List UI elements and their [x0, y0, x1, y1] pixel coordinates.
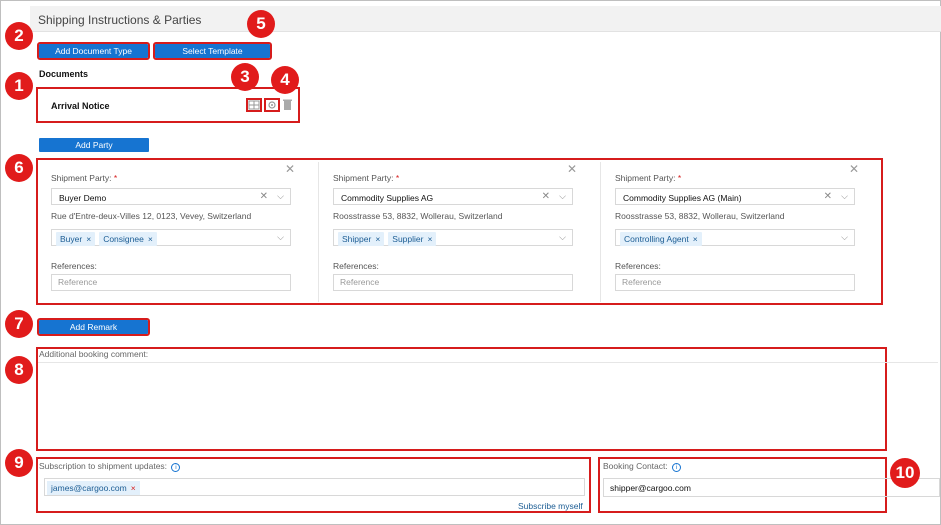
shipment-party-select[interactable]: Commodity Supplies AG ✕ ⌵ — [333, 188, 573, 205]
references-label: References: — [615, 261, 661, 271]
booking-contact-value: shipper@cargoo.com — [610, 483, 691, 493]
shipment-party-label: Shipment Party: * — [51, 173, 118, 183]
chevron-down-icon[interactable]: ⌵ — [841, 232, 848, 243]
textarea-divider — [38, 362, 938, 363]
shipment-party-label: Shipment Party: * — [615, 173, 682, 183]
references-label: References: — [333, 261, 379, 271]
email-chip: james@cargoo.com × — [47, 481, 140, 495]
party-address: Roosstrasse 53, 8832, Wollerau, Switzerl… — [615, 211, 785, 221]
subscription-label: Subscription to shipment updates: i — [39, 461, 181, 472]
clear-icon[interactable]: ✕ — [260, 191, 268, 202]
callout-3: 3 — [231, 63, 259, 91]
reference-input[interactable]: Reference — [615, 274, 855, 291]
subscribe-myself-link[interactable]: Subscribe myself — [518, 501, 583, 511]
callout-7: 7 — [5, 310, 33, 338]
chevron-down-icon[interactable]: ⌵ — [277, 191, 284, 202]
section-header: Shipping Instructions & Parties — [30, 6, 941, 32]
add-remark-button[interactable]: Add Remark — [37, 318, 150, 336]
callout-8: 8 — [5, 356, 33, 384]
documents-heading: Documents — [39, 69, 89, 79]
party-roles-select[interactable]: Shipper × Supplier × ⌵ — [333, 229, 573, 246]
gear-icon — [268, 101, 276, 109]
role-chip: Buyer × — [56, 232, 96, 246]
reference-input[interactable]: Reference — [333, 274, 573, 291]
party-address: Rue d'Entre-deux-Villes 12, 0123, Vevey,… — [51, 211, 252, 221]
reference-input[interactable]: Reference — [51, 274, 291, 291]
chevron-down-icon[interactable]: ⌵ — [841, 191, 848, 202]
callout-10: 10 — [890, 458, 920, 488]
party-card-2: ✕ Shipment Party: * Commodity Supplies A… — [319, 162, 585, 302]
booking-comment-label: Additional booking comment: — [39, 349, 149, 359]
close-icon[interactable]: ✕ — [285, 162, 295, 176]
clear-icon[interactable]: ✕ — [542, 191, 550, 202]
callout-6: 6 — [5, 154, 33, 182]
role-chip: Controlling Agent × — [620, 232, 702, 246]
chevron-down-icon[interactable]: ⌵ — [277, 232, 284, 243]
callout-1: 1 — [5, 72, 33, 100]
close-icon[interactable]: ✕ — [849, 162, 859, 176]
document-settings-box[interactable] — [264, 98, 280, 112]
remove-icon[interactable]: × — [148, 234, 153, 244]
remove-icon[interactable]: × — [427, 234, 432, 244]
chevron-down-icon[interactable]: ⌵ — [559, 191, 566, 202]
document-item-name: Arrival Notice — [51, 101, 110, 111]
role-chip: Supplier × — [388, 232, 437, 246]
callout-9: 9 — [5, 449, 33, 477]
remove-icon[interactable]: × — [131, 483, 136, 493]
remove-icon[interactable]: × — [86, 234, 91, 244]
section-title: Shipping Instructions & Parties — [38, 13, 202, 27]
chevron-down-icon[interactable]: ⌵ — [559, 232, 566, 243]
close-icon[interactable]: ✕ — [567, 162, 577, 176]
references-label: References: — [51, 261, 97, 271]
shipment-party-label: Shipment Party: * — [333, 173, 400, 183]
party-card-1: ✕ Shipment Party: * Buyer Demo ✕ ⌵ Rue d… — [37, 162, 303, 302]
party-roles-select[interactable]: Buyer × Consignee × ⌵ — [51, 229, 291, 246]
callout-4: 4 — [271, 66, 299, 94]
info-icon[interactable]: i — [672, 463, 682, 472]
booking-contact-input[interactable]: shipper@cargoo.com — [603, 478, 940, 497]
remove-icon[interactable]: × — [375, 234, 380, 244]
party-roles-select[interactable]: Controlling Agent × ⌵ — [615, 229, 855, 246]
info-icon[interactable]: i — [171, 463, 181, 472]
remove-icon[interactable]: × — [693, 234, 698, 244]
trash-icon[interactable] — [283, 99, 292, 112]
callout-5: 5 — [247, 10, 275, 38]
party-address: Roosstrasse 53, 8832, Wollerau, Switzerl… — [333, 211, 503, 221]
party-card-3: ✕ Shipment Party: * Commodity Supplies A… — [601, 162, 867, 302]
shipment-party-select[interactable]: Commodity Supplies AG (Main) ✕ ⌵ — [615, 188, 855, 205]
add-document-type-button[interactable]: Add Document Type — [37, 42, 150, 60]
add-party-button[interactable]: Add Party — [39, 138, 149, 152]
role-chip: Shipper × — [338, 232, 385, 246]
shipment-party-select[interactable]: Buyer Demo ✕ ⌵ — [51, 188, 291, 205]
role-chip: Consignee × — [99, 232, 157, 246]
clear-icon[interactable]: ✕ — [824, 191, 832, 202]
subscription-email-input[interactable]: james@cargoo.com × — [44, 478, 585, 496]
grid-icon — [248, 100, 260, 110]
booking-contact-label: Booking Contact: i — [603, 461, 682, 472]
document-upload-box[interactable] — [246, 98, 262, 112]
select-template-button[interactable]: Select Template — [153, 42, 272, 60]
callout-2: 2 — [5, 22, 33, 50]
